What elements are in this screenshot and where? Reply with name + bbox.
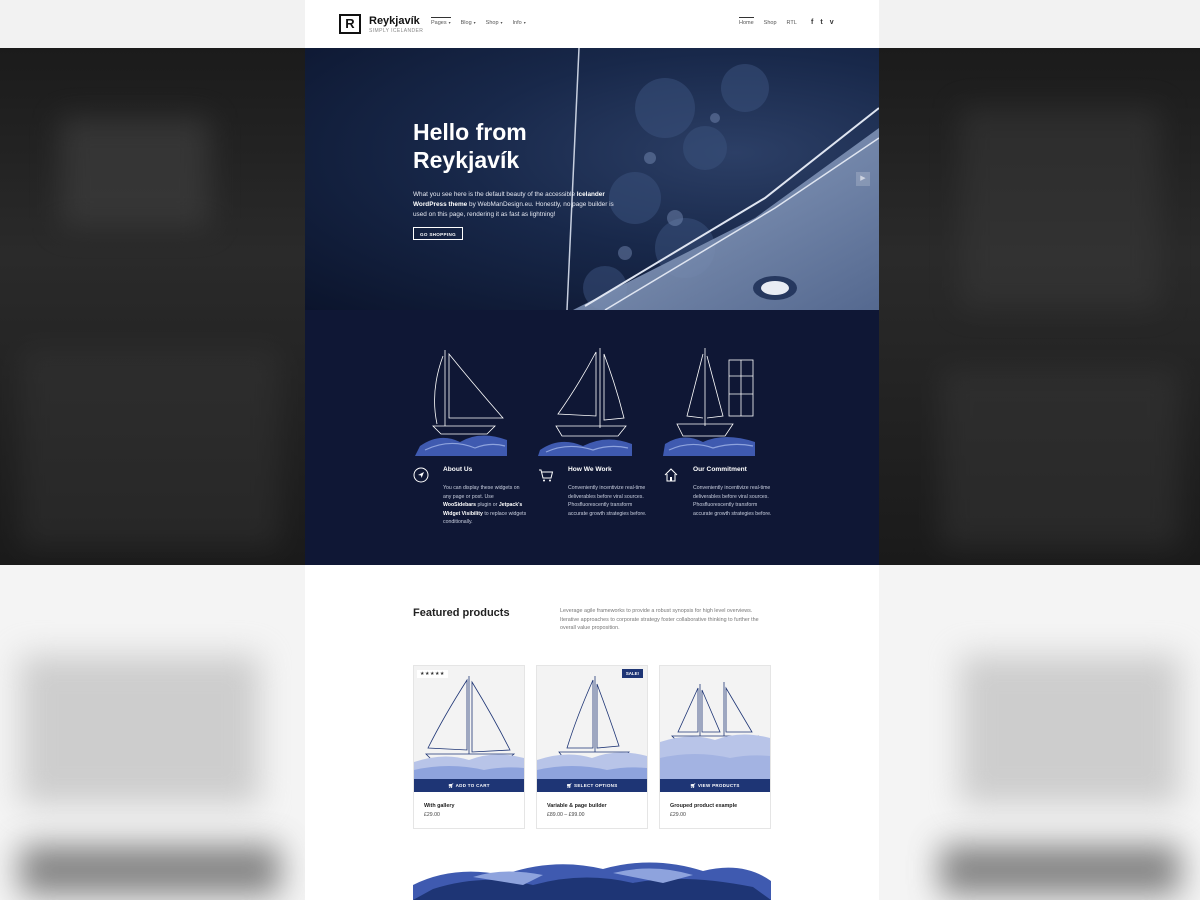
featured-products-title: Featured products: [413, 607, 510, 619]
chevron-down-icon: ▾: [448, 19, 451, 25]
secondary-nav: Home Shop RTL: [739, 16, 797, 27]
add-to-cart-button[interactable]: 🛒︎ ADD TO CART: [414, 779, 524, 792]
catamaran-illustration: [537, 676, 647, 779]
cart-icon: 🛒︎: [566, 783, 575, 788]
vimeo-icon[interactable]: v: [830, 19, 834, 26]
product-image[interactable]: [537, 666, 647, 779]
hero-banner: Hello from Reykjavík What you see here i…: [305, 48, 879, 310]
harbor-boat-illustration: [663, 348, 755, 456]
button-label: SELECT OPTIONS: [574, 783, 618, 788]
sailboat-illustration: [414, 676, 524, 779]
featured-products-description: Leverage agile frameworks to provide a r…: [560, 608, 759, 632]
cart-icon: 🛒︎: [448, 783, 456, 788]
chevron-down-icon: ▾: [523, 20, 526, 25]
twitter-icon[interactable]: t: [820, 19, 822, 26]
blurred-shape: [20, 348, 280, 548]
chevron-down-icon: ▾: [473, 20, 476, 25]
navigation-arrow-icon: [413, 467, 429, 483]
nav-item-home[interactable]: Home: [739, 16, 754, 27]
product-card[interactable]: ★★★★★ 🛒︎ ADD TO CART With gallery £29.00: [413, 665, 525, 829]
blurred-shape: [960, 108, 1160, 308]
site-header: R Reykjavík SIMPLY ICELANDER Pages ▾ Blog…: [305, 0, 879, 48]
nav-item-blog[interactable]: Blog ▾: [461, 20, 476, 26]
product-price: £29.00: [670, 812, 686, 818]
product-price: £89.00 – £99.00: [547, 812, 585, 818]
feature-text: You can display these widgets on any pag…: [443, 484, 527, 527]
nav-item-shop[interactable]: Shop ▾: [486, 20, 503, 26]
product-card[interactable]: SALE! 🛒︎ SELECT OPTIONS Variable & page …: [536, 665, 648, 829]
product-image[interactable]: [414, 666, 524, 779]
features-section: About Us You can display these widgets o…: [305, 310, 879, 565]
hero-text-part: What you see here is the default beauty …: [413, 191, 577, 198]
select-options-button[interactable]: 🛒︎ SELECT OPTIONS: [537, 779, 647, 792]
go-shopping-button[interactable]: GO SHOPPING: [413, 227, 463, 240]
sale-badge: SALE!: [621, 669, 643, 678]
hero-title: Hello from Reykjavík: [413, 118, 633, 174]
rating-stars: ★★★★★: [417, 670, 448, 678]
sailboat-illustration: [538, 348, 632, 456]
primary-nav: Pages ▾ Blog ▾ Shop ▾ Info ▾: [431, 16, 526, 27]
blurred-shape: [940, 845, 1180, 895]
feature-text: Conveniently incentivize real-time deliv…: [568, 485, 647, 517]
feature-text: Conveniently incentivize real-time deliv…: [693, 485, 772, 517]
slider-next-icon[interactable]: ▶: [856, 172, 870, 186]
nav-item-shop-secondary[interactable]: Shop: [764, 20, 777, 26]
feature-title: Our Commitment: [693, 466, 747, 473]
site-tagline: SIMPLY ICELANDER: [369, 28, 424, 34]
product-name[interactable]: Grouped product example: [670, 803, 737, 809]
facebook-icon[interactable]: f: [811, 19, 813, 26]
site-title[interactable]: Reykjavík: [369, 15, 420, 27]
feature-text-part: You can display these widgets on any pag…: [443, 485, 520, 500]
product-name[interactable]: Variable & page builder: [547, 803, 607, 809]
blurred-shape: [20, 845, 280, 895]
cart-icon: 🛒︎: [690, 783, 698, 788]
feature-title: About Us: [443, 466, 473, 473]
schooner-illustration: [660, 682, 770, 779]
nav-item-pages[interactable]: Pages ▾: [431, 16, 451, 27]
nav-item-rtl[interactable]: RTL: [787, 20, 797, 26]
button-label: ADD TO CART: [455, 783, 490, 788]
sailboat-illustration: [415, 350, 507, 456]
blurred-shape: [940, 368, 1180, 548]
blurred-shape: [960, 655, 1180, 805]
blurred-shape: [60, 118, 210, 228]
view-products-button[interactable]: 🛒︎ VIEW PRODUCTS: [660, 779, 770, 792]
yacht-photo: [566, 48, 879, 310]
woosidebars-link[interactable]: WooSidebars: [443, 502, 476, 508]
hero-description: What you see here is the default beauty …: [413, 190, 623, 221]
home-icon: [664, 468, 678, 482]
product-price: £29.00: [424, 812, 440, 818]
hero-title-line-1: Hello from: [413, 119, 527, 145]
product-card[interactable]: 🛒︎ VIEW PRODUCTS Grouped product example…: [659, 665, 771, 829]
waves-illustration: [413, 862, 771, 900]
page-card: R Reykjavík SIMPLY ICELANDER Pages ▾ Blog…: [305, 0, 879, 900]
blurred-shape: [20, 655, 260, 805]
logo-mark[interactable]: R: [339, 14, 361, 34]
chevron-down-icon: ▾: [500, 20, 503, 25]
feature-text-part: plugin or: [476, 502, 499, 509]
cart-icon: [539, 469, 554, 482]
product-image[interactable]: [660, 666, 770, 779]
social-links: f t v: [811, 19, 834, 26]
button-label: VIEW PRODUCTS: [697, 783, 740, 788]
hero-title-line-2: Reykjavík: [413, 147, 520, 173]
product-name[interactable]: With gallery: [424, 803, 455, 809]
nav-item-info[interactable]: Info ▾: [513, 20, 526, 26]
feature-title: How We Work: [568, 466, 612, 473]
